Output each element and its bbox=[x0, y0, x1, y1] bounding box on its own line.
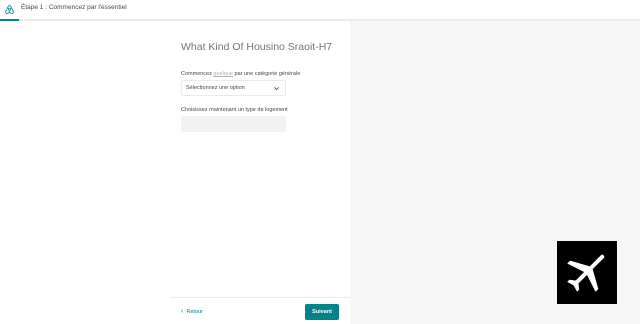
top-bar: Étape 1 : Commencez par l'essentiel bbox=[0, 0, 640, 19]
next-button[interactable]: Suivant bbox=[305, 304, 339, 320]
housing-type-label: Choisissez maintenant un type de logemen… bbox=[181, 107, 288, 113]
airbnb-logo-icon[interactable] bbox=[4, 4, 15, 15]
category-label-link[interactable]: quelque bbox=[213, 71, 233, 77]
category-label-prefix: Commencez bbox=[181, 71, 214, 77]
airplane-badge bbox=[557, 241, 617, 304]
page-heading: What Kind Of Housino Sraoit-H7 bbox=[181, 41, 333, 53]
chevron-down-icon bbox=[274, 87, 279, 91]
back-button-label: Retour bbox=[186, 308, 203, 315]
chevron-left-icon: ‹ bbox=[181, 308, 184, 315]
housing-type-select bbox=[181, 116, 286, 132]
category-label-suffix: par une catégorie générale bbox=[232, 71, 301, 77]
category-select-value: Sélectionnez une option bbox=[186, 85, 245, 91]
category-select[interactable]: Sélectionnez une option bbox=[181, 80, 286, 96]
category-label: Commencez quelque par une catégorie géné… bbox=[181, 71, 300, 77]
footer-divider bbox=[170, 297, 350, 298]
airplane-icon bbox=[567, 254, 605, 292]
step-title: Étape 1 : Commencez par l'essentiel bbox=[21, 4, 127, 11]
back-button[interactable]: ‹ Retour bbox=[181, 308, 203, 315]
form-panel bbox=[0, 21, 350, 324]
